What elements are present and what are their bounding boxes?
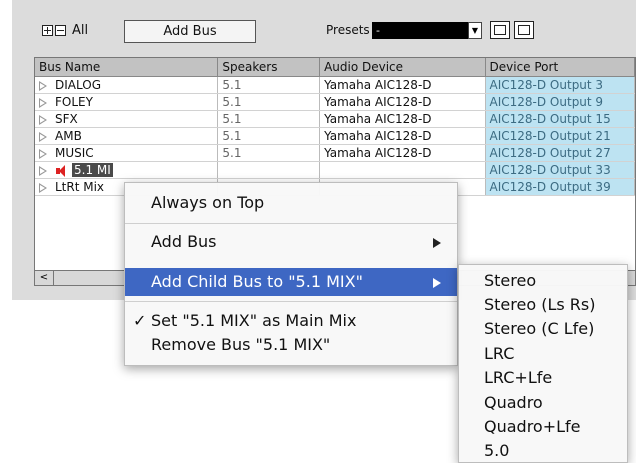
- device-port-cell[interactable]: AIC128-D Output 33: [485, 162, 635, 178]
- add-bus-button[interactable]: Add Bus: [124, 20, 256, 43]
- menu-item-label: Add Child Bus to "5.1 MIX": [151, 272, 363, 291]
- toolbar: All Add Bus Presets - ▼: [24, 20, 636, 46]
- audio-device-cell[interactable]: [320, 162, 486, 178]
- column-header-device-port[interactable]: Device Port: [486, 58, 635, 76]
- disclosure-triangle-icon[interactable]: [39, 131, 49, 142]
- device-port-cell[interactable]: AIC128-D Output 15: [485, 111, 635, 127]
- submenu-item-quadro-lfe[interactable]: Quadro+Lfe: [459, 415, 627, 439]
- expand-all-icon[interactable]: [42, 25, 53, 36]
- menu-separator: [125, 301, 457, 302]
- menu-item-set-main-mix[interactable]: ✓ Set "5.1 MIX" as Main Mix: [125, 309, 457, 333]
- store-preset-icon[interactable]: [490, 21, 510, 39]
- device-port-cell[interactable]: AIC128-D Output 3: [485, 77, 635, 93]
- disclosure-triangle-icon[interactable]: [39, 165, 49, 176]
- menu-item-label: Set "5.1 MIX" as Main Mix: [151, 311, 357, 330]
- submenu-item-stereo-c-lfe[interactable]: Stereo (C Lfe): [459, 317, 627, 341]
- audio-device-cell[interactable]: Yamaha AIC128-D: [320, 94, 486, 110]
- disclosure-triangle-icon[interactable]: [39, 80, 49, 91]
- menu-separator: [125, 223, 457, 224]
- submenu-arrow-icon: [433, 278, 441, 288]
- column-header-bus-name[interactable]: Bus Name: [35, 58, 219, 76]
- speakers-cell[interactable]: [218, 162, 321, 178]
- speakers-cell[interactable]: 5.1: [218, 77, 321, 93]
- device-port-cell[interactable]: AIC128-D Output 21: [485, 128, 635, 144]
- table-row[interactable]: AMB 5.1 Yamaha AIC128-D AIC128-D Output …: [35, 128, 635, 145]
- menu-item-add-child-bus[interactable]: Add Child Bus to "5.1 MIX": [125, 268, 457, 296]
- speakers-cell[interactable]: 5.1: [218, 111, 321, 127]
- bus-name: 5.1 MI: [72, 163, 113, 177]
- device-port-cell[interactable]: AIC128-D Output 9: [485, 94, 635, 110]
- menu-item-label: Add Bus: [151, 232, 217, 251]
- submenu-item-5-0[interactable]: 5.0: [459, 439, 627, 463]
- table-header: Bus Name Speakers Audio Device Device Po…: [35, 58, 635, 77]
- presets-select[interactable]: -: [372, 22, 468, 39]
- table-row[interactable]: SFX 5.1 Yamaha AIC128-D AIC128-D Output …: [35, 111, 635, 128]
- speakers-cell[interactable]: 5.1: [218, 128, 321, 144]
- submenu-arrow-icon: [433, 238, 441, 248]
- disclosure-triangle-icon[interactable]: [39, 114, 49, 125]
- disclosure-triangle-icon[interactable]: [39, 97, 49, 108]
- column-header-speakers[interactable]: Speakers: [218, 58, 321, 76]
- bus-name: FOLEY: [55, 95, 93, 109]
- submenu-item-stereo[interactable]: Stereo: [459, 269, 627, 293]
- device-port-cell[interactable]: AIC128-D Output 39: [485, 179, 635, 195]
- table-row-selected[interactable]: 5.1 MI AIC128-D Output 33: [35, 162, 635, 179]
- menu-item-remove-bus[interactable]: Remove Bus "5.1 MIX": [125, 333, 457, 357]
- checkmark-icon: ✓: [133, 311, 147, 330]
- scroll-left-icon[interactable]: <: [35, 271, 54, 285]
- audio-device-cell[interactable]: Yamaha AIC128-D: [320, 145, 486, 161]
- speakers-cell[interactable]: 5.1: [218, 145, 321, 161]
- bus-name: SFX: [55, 112, 78, 126]
- child-bus-submenu: Stereo Stereo (Ls Rs) Stereo (C Lfe) LRC…: [458, 264, 628, 463]
- disclosure-triangle-icon[interactable]: [39, 148, 49, 159]
- bus-name: DIALOG: [55, 78, 101, 92]
- bus-name: MUSIC: [55, 146, 94, 160]
- submenu-item-stereo-ls-rs[interactable]: Stereo (Ls Rs): [459, 293, 627, 317]
- table-row[interactable]: FOLEY 5.1 Yamaha AIC128-D AIC128-D Outpu…: [35, 94, 635, 111]
- presets-dropdown-icon[interactable]: ▼: [468, 22, 482, 39]
- submenu-item-lrc[interactable]: LRC: [459, 342, 627, 366]
- menu-item-always-on-top[interactable]: Always on Top: [125, 189, 457, 217]
- main-mix-speaker-icon: [55, 164, 69, 177]
- disclosure-triangle-icon[interactable]: [39, 182, 49, 193]
- all-label: All: [72, 23, 89, 38]
- submenu-item-quadro[interactable]: Quadro: [459, 391, 627, 415]
- menu-item-add-bus[interactable]: Add Bus: [125, 228, 457, 256]
- collapse-all-icon[interactable]: [55, 25, 66, 36]
- submenu-item-lrc-lfe[interactable]: LRC+Lfe: [459, 366, 627, 390]
- audio-device-cell[interactable]: Yamaha AIC128-D: [320, 111, 486, 127]
- expand-collapse-all[interactable]: All: [42, 23, 88, 38]
- column-header-audio-device[interactable]: Audio Device: [320, 58, 486, 76]
- delete-preset-icon[interactable]: [514, 21, 534, 39]
- bus-name: AMB: [55, 129, 82, 143]
- speakers-cell[interactable]: 5.1: [218, 94, 321, 110]
- bus-name: LtRt Mix: [55, 180, 105, 194]
- context-menu: Always on Top Add Bus Add Child Bus to "…: [124, 182, 458, 366]
- device-port-cell[interactable]: AIC128-D Output 27: [485, 145, 635, 161]
- audio-device-cell[interactable]: Yamaha AIC128-D: [320, 77, 486, 93]
- table-row[interactable]: MUSIC 5.1 Yamaha AIC128-D AIC128-D Outpu…: [35, 145, 635, 162]
- presets-label: Presets: [326, 23, 370, 37]
- audio-device-cell[interactable]: Yamaha AIC128-D: [320, 128, 486, 144]
- table-row[interactable]: DIALOG 5.1 Yamaha AIC128-D AIC128-D Outp…: [35, 77, 635, 94]
